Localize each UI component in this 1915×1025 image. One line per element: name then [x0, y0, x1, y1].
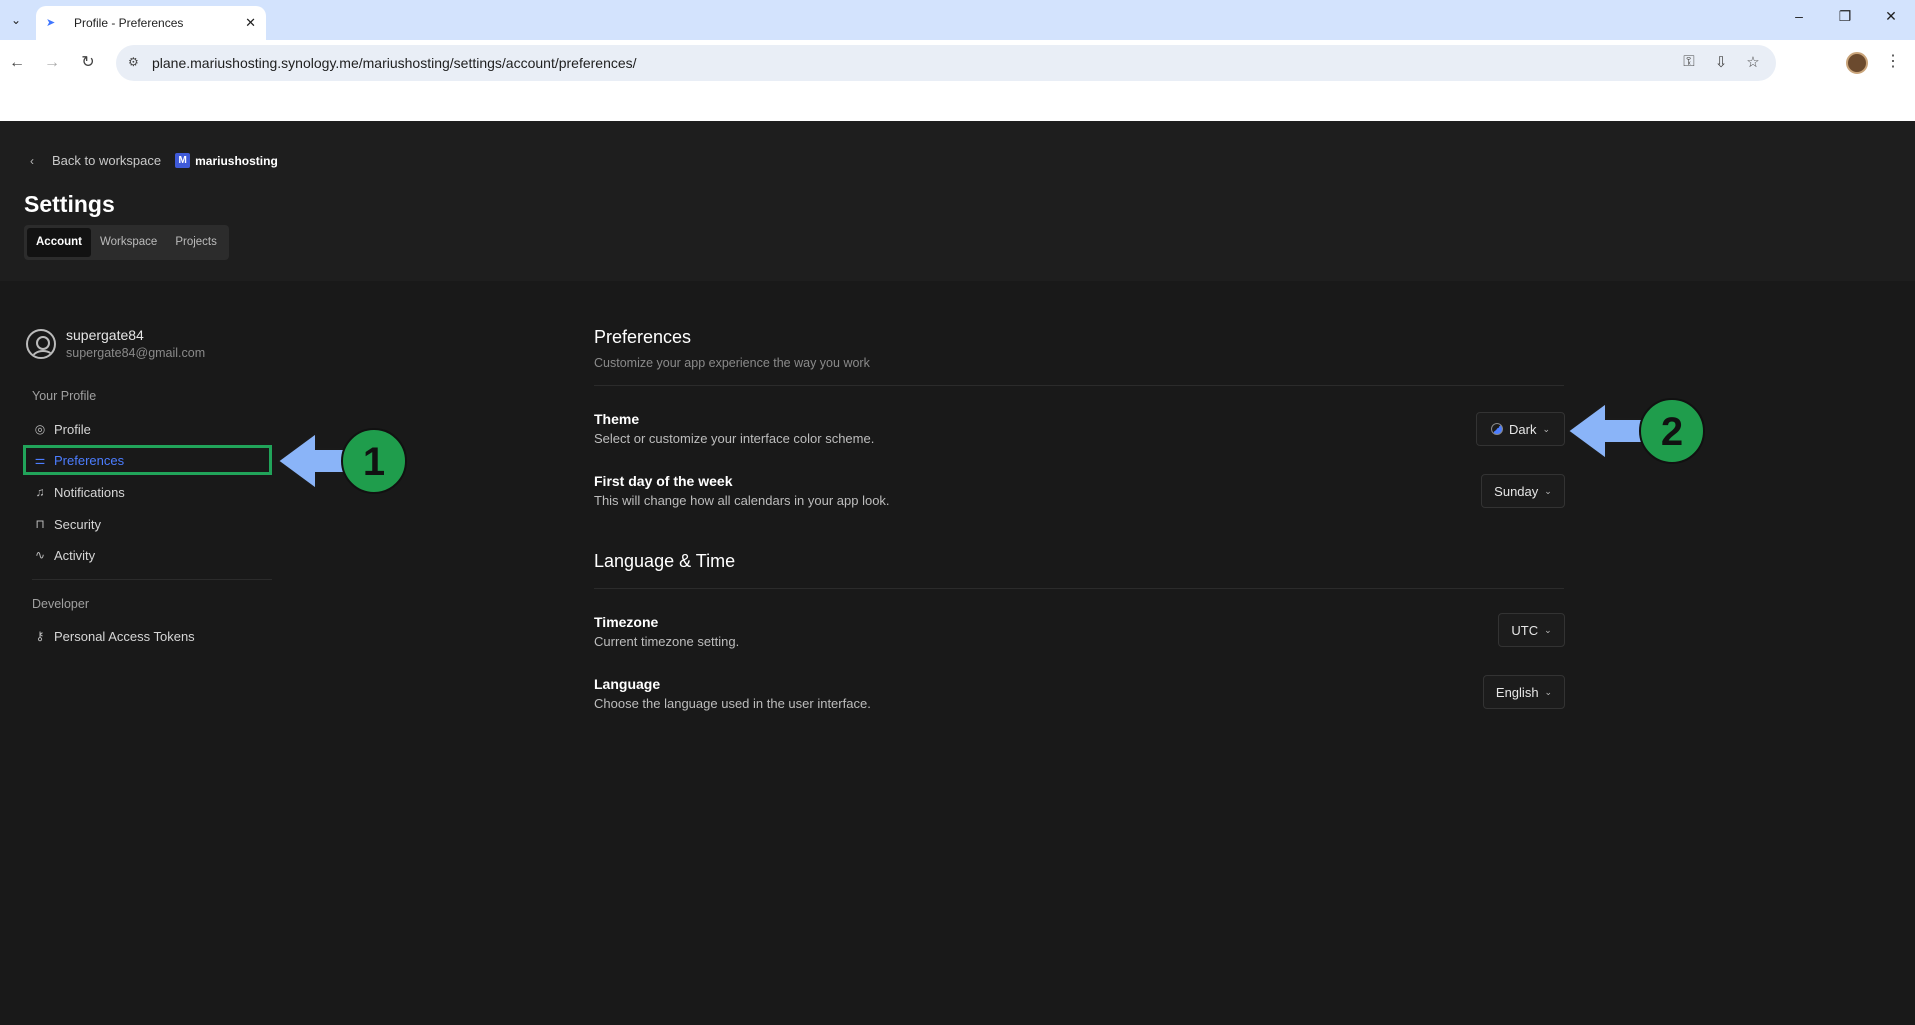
annotation-arrow-2: 2: [1566, 398, 1705, 464]
user-circle-icon: ◎: [34, 422, 46, 436]
preferences-subtitle: Customize your app experience the way yo…: [594, 356, 870, 370]
theme-dropdown[interactable]: Dark ⌄: [1476, 412, 1565, 446]
user-avatar-icon: [26, 328, 56, 359]
tab-title: Profile - Preferences: [74, 16, 184, 30]
annotation-number-1: 1: [363, 440, 385, 484]
language-time-title: Language & Time: [594, 551, 736, 571]
sidebar-item-label: Personal Access Tokens: [54, 628, 195, 644]
language-title: Language: [594, 676, 661, 692]
sidebar-item-label: Security: [54, 516, 101, 532]
annotation-highlight-box: [23, 445, 272, 475]
theme-value: Dark: [1509, 421, 1537, 437]
first-day-dropdown[interactable]: Sunday ⌄: [1481, 474, 1565, 508]
bookmark-star-icon[interactable]: ☆: [1742, 53, 1764, 71]
theme-desc: Select or customize your interface color…: [594, 431, 875, 446]
profile-avatar[interactable]: [1846, 52, 1868, 74]
section-your-profile: Your Profile: [32, 389, 97, 403]
sidebar-item-label: Activity: [54, 547, 96, 563]
sidebar-item-personal-access-tokens[interactable]: ⚷ Personal Access Tokens: [32, 625, 195, 647]
password-key-icon[interactable]: ⚿: [1678, 53, 1700, 70]
sidebar-item-label: Notifications: [54, 484, 125, 500]
settings-tabs: Account Workspace Projects: [24, 225, 229, 260]
back-to-workspace-link[interactable]: ‹ Back to workspace M mariushosting: [30, 153, 278, 168]
sidebar-divider: [32, 579, 272, 580]
install-app-icon[interactable]: ⇩: [1710, 53, 1732, 71]
sidebar-item-activity[interactable]: ∿ Activity: [32, 544, 95, 566]
tab-close-icon[interactable]: ✕: [245, 15, 256, 31]
user-email: supergate84@gmail.com: [66, 346, 206, 360]
language-desc: Choose the language used in the user int…: [594, 696, 871, 711]
sidebar-item-notifications[interactable]: ♫ Notifications: [32, 481, 125, 503]
url-text[interactable]: plane.mariushosting.synology.me/mariusho…: [152, 55, 637, 71]
close-window-icon[interactable]: ✕: [1876, 8, 1906, 25]
username: supergate84: [66, 327, 144, 343]
reload-icon[interactable]: ↻: [76, 51, 100, 75]
plane-favicon-icon: ➤: [46, 17, 56, 29]
browser-menu-icon[interactable]: ⋮: [1885, 51, 1901, 71]
browser-tab-strip: ⌄ ➤ Profile - Preferences ✕ – ❐ ✕: [0, 0, 1915, 40]
site-settings-icon[interactable]: ⚙: [128, 55, 144, 71]
address-bar[interactable]: ⚙ plane.mariushosting.synology.me/marius…: [116, 45, 1776, 81]
divider: [594, 385, 1564, 386]
theme-title: Theme: [594, 411, 640, 427]
tab-search-chevron-icon[interactable]: ⌄: [4, 8, 28, 32]
bell-icon: ♫: [35, 485, 45, 499]
blank-area: [0, 86, 1915, 121]
sidebar-item-profile[interactable]: ◎ Profile: [32, 418, 91, 440]
chevron-left-icon: ‹: [30, 153, 34, 168]
workspace-name: mariushosting: [195, 153, 278, 168]
timezone-value: UTC: [1511, 622, 1539, 638]
first-day-value: Sunday: [1494, 483, 1539, 499]
theme-swatch-icon: [1491, 423, 1503, 435]
annotation-arrow-1: 1: [276, 428, 407, 494]
forward-icon[interactable]: →: [40, 51, 64, 75]
browser-tab[interactable]: ➤ Profile - Preferences ✕: [36, 6, 266, 40]
language-dropdown[interactable]: English ⌄: [1483, 675, 1565, 709]
preferences-title: Preferences: [594, 327, 692, 347]
chevron-down-icon: ⌄: [1542, 423, 1550, 434]
back-icon[interactable]: ←: [5, 51, 29, 75]
key-icon: ⚷: [35, 629, 45, 643]
first-day-title: First day of the week: [594, 473, 733, 489]
chevron-down-icon: ⌄: [1544, 485, 1552, 496]
annotation-number-2: 2: [1661, 410, 1683, 454]
language-value: English: [1495, 684, 1539, 700]
chevron-down-icon: ⌄: [1544, 624, 1552, 635]
timezone-dropdown[interactable]: UTC ⌄: [1498, 613, 1565, 647]
divider: [594, 588, 1564, 589]
timezone-desc: Current timezone setting.: [594, 634, 740, 649]
activity-icon: ∿: [34, 548, 46, 562]
arrow-left-icon: [276, 431, 349, 491]
section-developer: Developer: [32, 597, 89, 611]
sidebar-item-label: Profile: [54, 421, 91, 437]
restore-icon[interactable]: ❐: [1830, 8, 1860, 25]
lock-icon: ⊓: [35, 517, 45, 531]
sidebar-item-security[interactable]: ⊓ Security: [32, 513, 101, 535]
minimize-icon[interactable]: –: [1784, 8, 1814, 24]
user-card: supergate84 supergate84@gmail.com: [26, 327, 205, 360]
chevron-down-icon: ⌄: [1544, 686, 1553, 697]
app-root: ‹ Back to workspace M mariushosting Sett…: [0, 121, 1915, 1025]
settings-header: ‹ Back to workspace M mariushosting Sett…: [0, 121, 1915, 281]
back-label: Back to workspace: [52, 153, 162, 168]
first-day-desc: This will change how all calendars in yo…: [594, 493, 890, 508]
page-title: Settings: [24, 191, 115, 217]
workspace-logo: M: [175, 153, 191, 168]
tab-workspace[interactable]: Workspace: [91, 228, 166, 257]
browser-toolbar: ← → ↻ ⚙ plane.mariushosting.synology.me/…: [0, 40, 1915, 86]
timezone-title: Timezone: [594, 614, 659, 630]
arrow-left-icon: [1566, 401, 1643, 461]
tab-projects[interactable]: Projects: [166, 228, 226, 257]
tab-account[interactable]: Account: [27, 228, 91, 257]
